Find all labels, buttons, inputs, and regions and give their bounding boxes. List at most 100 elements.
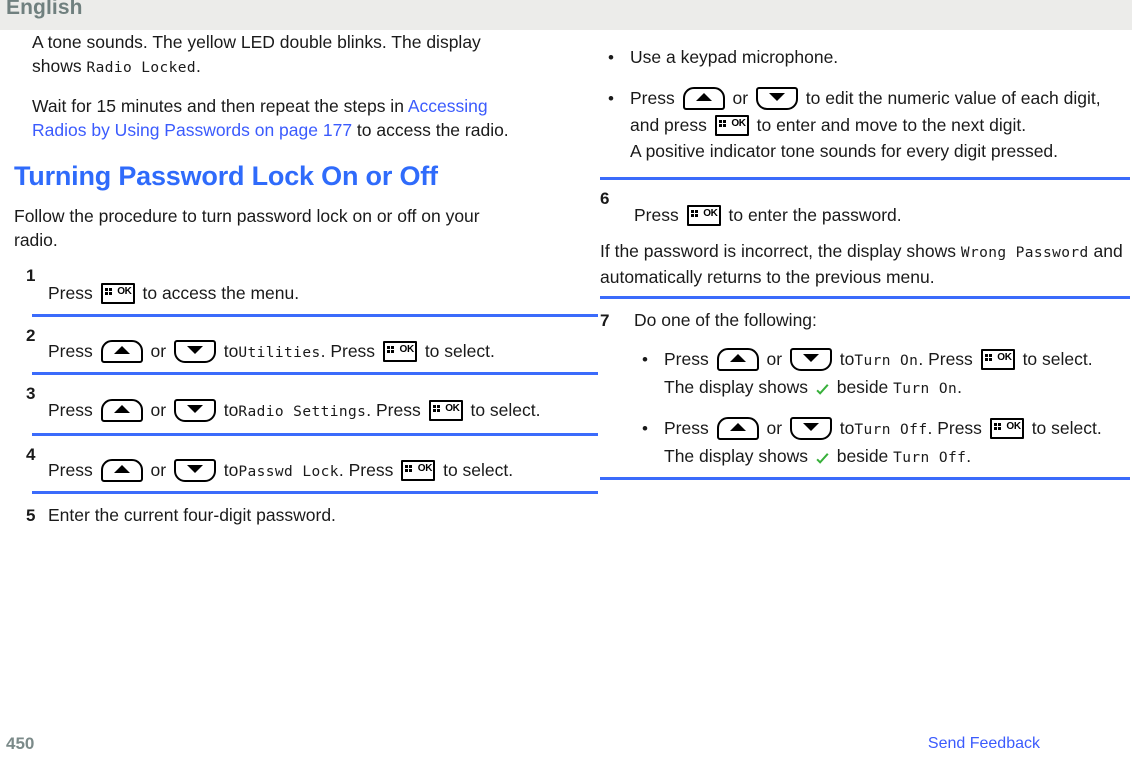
result-period: . xyxy=(957,377,962,397)
intro-2-text-after: to access the radio. xyxy=(352,120,509,140)
step-number: 4 xyxy=(26,445,36,464)
bullet-text: Use a keypad microphone. xyxy=(630,47,839,67)
result-mono-display-text: Turn On xyxy=(893,381,958,397)
or-label: or xyxy=(766,349,783,369)
send-feedback-link[interactable]: Send Feedback xyxy=(928,735,1040,753)
to-label: to xyxy=(223,341,239,361)
up-arrow-key-icon[interactable] xyxy=(100,339,143,363)
ok-key-label: OK xyxy=(703,207,718,219)
step-separator xyxy=(600,477,1130,480)
menu-grid-glyph xyxy=(405,464,413,473)
down-arrow-key-icon[interactable] xyxy=(173,458,216,482)
step-separator xyxy=(32,433,598,436)
step-item: 3 Press or toRadio Settings. Press OK to… xyxy=(14,384,586,426)
bullet-tail-text: to select. xyxy=(1031,418,1102,438)
up-arrow-key-icon[interactable] xyxy=(100,398,143,422)
press-label-2: Press xyxy=(375,400,421,420)
step-item: 7 Do one of the following: • Press or to… xyxy=(600,308,1132,470)
step-body: Press or toUtilities. Press OK to select… xyxy=(48,326,586,365)
ok-key-icon[interactable]: OK xyxy=(382,340,417,362)
press-label: Press xyxy=(664,349,709,369)
menu-grid-glyph xyxy=(993,422,1002,431)
result-text-before: The display shows xyxy=(664,446,808,466)
bullet-sub-line: A positive indicator tone sounds for eve… xyxy=(630,141,1059,161)
note-mono-display-text: Wrong Password xyxy=(960,245,1089,261)
ok-key-label: OK xyxy=(1006,420,1021,432)
period: . xyxy=(927,418,933,438)
step-note: If the password is incorrect, the displa… xyxy=(600,239,1132,289)
menu-grid-glyph xyxy=(718,119,727,128)
step-item: 4 Press or toPasswd Lock. Press OK to se… xyxy=(14,445,586,484)
ok-key-label: OK xyxy=(417,462,433,474)
step-separator xyxy=(32,372,598,375)
up-arrow-key-icon[interactable] xyxy=(682,86,725,110)
result-text-after: beside xyxy=(836,446,889,466)
page-content: A tone sounds. The yellow LED double bli… xyxy=(0,30,1132,730)
ok-key-label: OK xyxy=(445,402,460,414)
list-item: • Press or toTurn Off. Press OK to selec… xyxy=(634,415,1132,470)
ok-key-icon[interactable]: OK xyxy=(989,417,1024,439)
ok-key-icon[interactable]: OK xyxy=(714,114,749,136)
ok-key-label: OK xyxy=(117,285,132,297)
press-label-2: Press xyxy=(348,460,394,480)
press-label-2: Press xyxy=(937,418,982,438)
result-text-before: The display shows xyxy=(664,377,808,397)
or-label: or xyxy=(150,341,167,361)
down-arrow-key-icon[interactable] xyxy=(789,347,832,371)
intro-1-text-after: . xyxy=(196,56,201,76)
bullet-dot: • xyxy=(642,350,648,369)
menu-item-text: Turn On xyxy=(854,353,919,369)
bullet-dot: • xyxy=(608,89,614,108)
step-separator xyxy=(32,491,598,494)
step-body: Press OK to access the menu. xyxy=(48,266,586,307)
period: . xyxy=(918,349,924,369)
right-steps-list: 6 Press OK to enter the password. If the… xyxy=(600,189,1132,480)
bullet-result-line: The display shows beside Turn On. xyxy=(664,375,1132,401)
up-arrow-key-icon[interactable] xyxy=(716,347,759,371)
or-label: or xyxy=(150,400,167,420)
period: . xyxy=(366,400,372,420)
ok-key-icon[interactable]: OK xyxy=(100,282,135,304)
step7-bullets: • Press or toTurn On. Press OK to select… xyxy=(634,346,1132,470)
bullet-dot: • xyxy=(608,48,614,67)
check-icon xyxy=(815,380,830,395)
press-label: Press xyxy=(634,205,679,225)
down-arrow-key-icon[interactable] xyxy=(755,86,798,110)
step-number: 3 xyxy=(26,384,36,403)
menu-item-text: Utilities xyxy=(238,345,321,361)
step-number: 1 xyxy=(26,266,36,285)
menu-grid-glyph xyxy=(432,404,441,413)
list-item: • Use a keypad microphone. xyxy=(600,44,1132,71)
step-lead-text: Do one of the following: xyxy=(634,310,817,330)
left-column: A tone sounds. The yellow LED double bli… xyxy=(14,30,598,527)
menu-item-text: Turn Off xyxy=(854,422,928,438)
press-label-2: Press xyxy=(330,341,376,361)
left-steps-list: 1 Press OK to access the menu. 2 Press o… xyxy=(14,266,598,527)
step-separator xyxy=(600,296,1130,299)
ok-key-icon[interactable]: OK xyxy=(980,348,1015,370)
bullet-dot: • xyxy=(642,419,648,438)
down-arrow-key-icon[interactable] xyxy=(173,398,216,422)
step-item: 5 Enter the current four-digit password. xyxy=(14,503,586,527)
step-body: Press or toRadio Settings. Press OK to s… xyxy=(48,384,586,426)
ok-key-icon[interactable]: OK xyxy=(686,204,721,226)
press-label: Press xyxy=(630,88,675,108)
step-body: Press or toPasswd Lock. Press OK to sele… xyxy=(48,445,586,484)
bullet-tail-text: to enter and move to the next digit. xyxy=(756,115,1027,135)
intro-1-mono-display-text: Radio Locked xyxy=(86,60,197,76)
or-label: or xyxy=(150,460,167,480)
step-separator xyxy=(600,177,1130,180)
down-arrow-key-icon[interactable] xyxy=(173,339,216,363)
ok-key-icon[interactable]: OK xyxy=(401,459,436,481)
ok-key-icon[interactable]: OK xyxy=(428,399,463,421)
down-arrow-key-icon[interactable] xyxy=(789,416,832,440)
bullet-tail-text: to select. xyxy=(1022,349,1093,369)
or-label: or xyxy=(732,88,749,108)
intro-paragraph-1: A tone sounds. The yellow LED double bli… xyxy=(32,30,530,80)
menu-item-text: Radio Settings xyxy=(238,404,367,420)
up-arrow-key-icon[interactable] xyxy=(716,416,759,440)
step-tail-text: to select. xyxy=(424,341,495,361)
up-arrow-key-icon[interactable] xyxy=(100,458,143,482)
to-label: to xyxy=(223,400,239,420)
right-column: • Use a keypad microphone. • Press or to… xyxy=(600,30,1132,489)
